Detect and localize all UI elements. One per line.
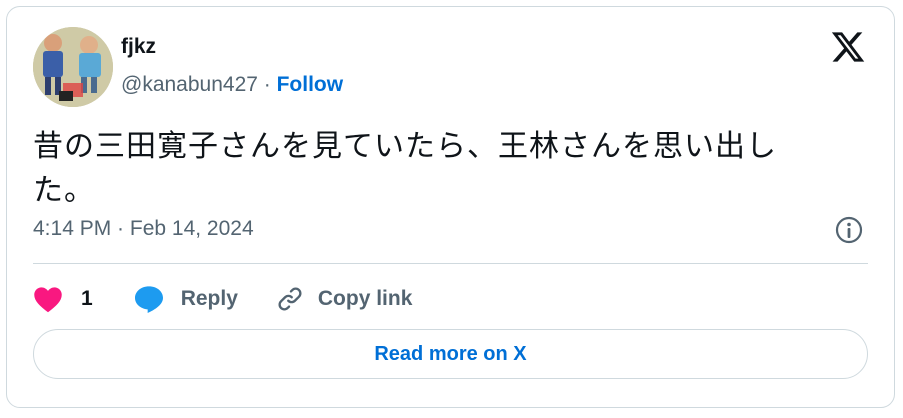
- reply-button[interactable]: Reply: [133, 284, 238, 314]
- tweet-text-line: た。: [33, 173, 95, 208]
- copy-link-label: Copy link: [317, 287, 413, 310]
- info-icon[interactable]: [834, 215, 864, 245]
- speech-bubble-icon: [134, 286, 163, 313]
- like-count: 1: [81, 287, 93, 310]
- x-logo-icon[interactable]: [830, 29, 866, 65]
- tweet-text: 昔の三田寛子さんを見ていたら、王林さんを思い出し た。: [33, 125, 823, 213]
- author-handle[interactable]: @kanabun427: [121, 73, 258, 96]
- tweet-actions: 1 Reply Copy link: [33, 281, 412, 317]
- copy-link-button[interactable]: Copy link: [276, 285, 413, 313]
- tweet-timestamp[interactable]: 4:14 PM · Feb 14, 2024: [33, 217, 254, 241]
- follow-link[interactable]: Follow: [277, 73, 344, 96]
- like-button[interactable]: 1: [33, 285, 93, 313]
- read-more-button[interactable]: Read more on X: [33, 329, 868, 379]
- author-name[interactable]: fjkz: [121, 35, 156, 59]
- avatar-illustration: [33, 27, 113, 107]
- heart-icon: [34, 287, 62, 313]
- embedded-tweet-card: fjkz @kanabun427 · Follow 昔の三田寛子さんを見ていたら…: [6, 6, 895, 408]
- avatar[interactable]: [33, 27, 113, 107]
- tweet-text-line: 昔の三田寛子さんを見ていたら、王林さんを思い出し: [33, 129, 777, 164]
- link-icon: [278, 287, 302, 311]
- author-handle-row: @kanabun427 · Follow: [121, 73, 343, 97]
- reply-label: Reply: [180, 287, 238, 310]
- handle-separator: ·: [257, 73, 277, 96]
- divider: [33, 263, 868, 264]
